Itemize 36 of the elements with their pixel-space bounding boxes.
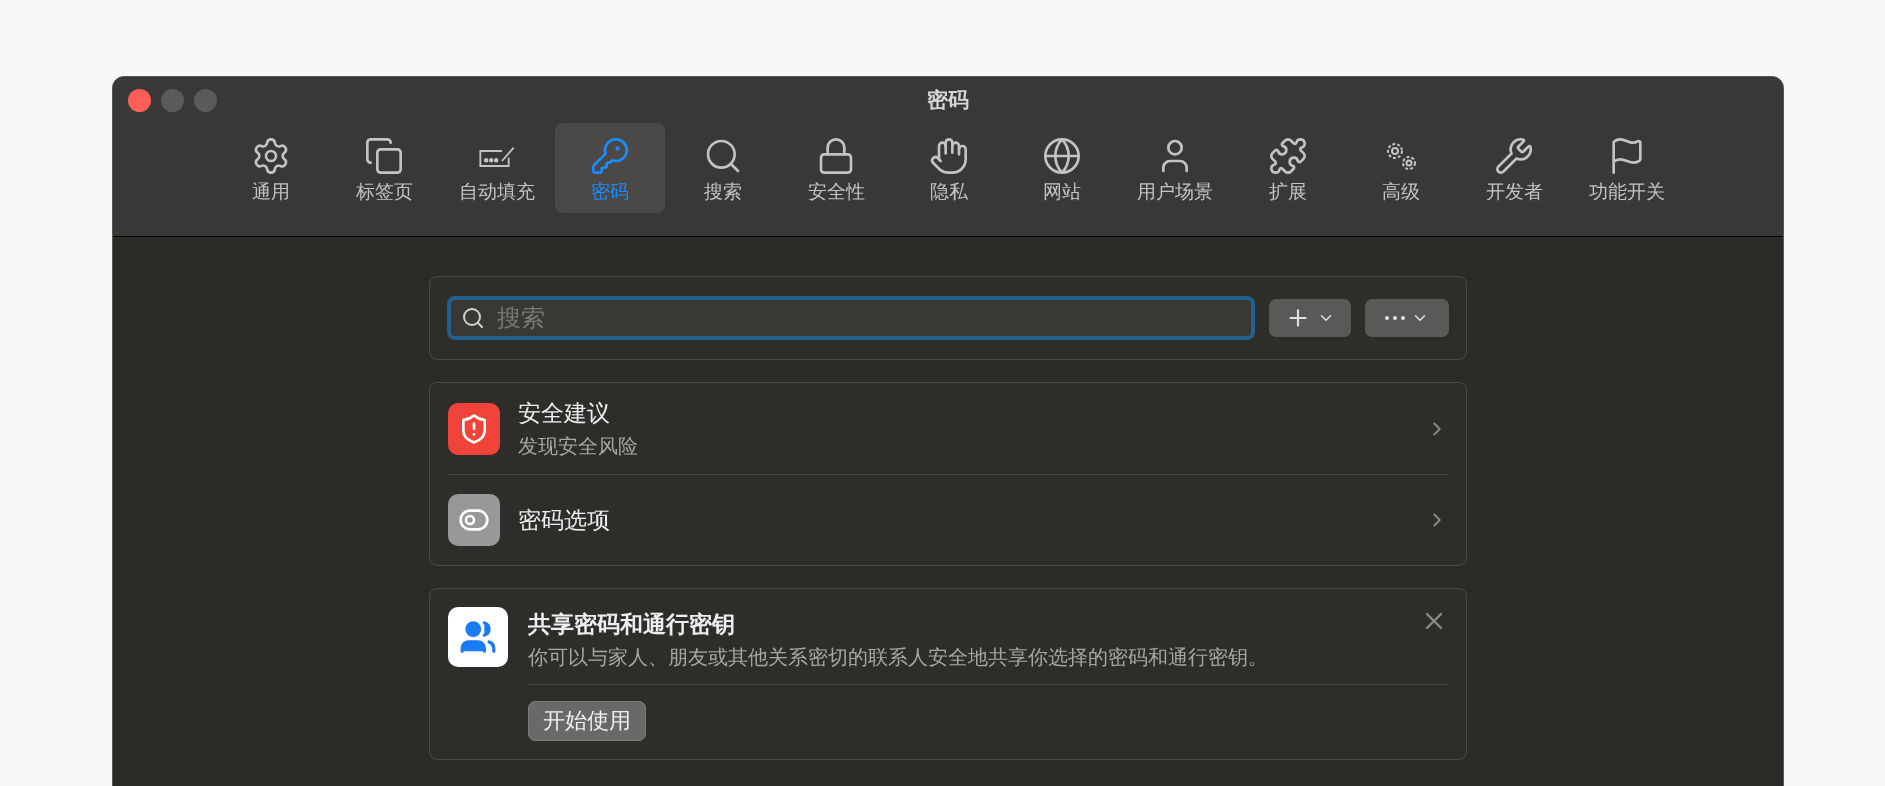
toolbar-tab[interactable]: 高级 — [1346, 123, 1456, 213]
people-icon — [448, 607, 508, 667]
row-title: 安全建议 — [518, 399, 611, 429]
toolbar-tab[interactable]: 搜索 — [668, 123, 778, 213]
toolbar-tab[interactable]: 自动填充 — [442, 123, 552, 213]
get-started-button[interactable]: 开始使用 — [528, 700, 646, 741]
wrench-icon — [1494, 135, 1534, 176]
toolbar-tab[interactable]: 网站 — [1007, 123, 1117, 213]
globe-icon — [1042, 135, 1082, 176]
key-icon — [590, 135, 630, 176]
row-title: 密码选项 — [518, 505, 611, 535]
window-title: 密码 — [927, 87, 969, 114]
search-field[interactable]: 搜索 — [447, 296, 1255, 340]
puzzle-icon — [1268, 135, 1308, 176]
hand-icon — [929, 135, 969, 176]
shield-warning-icon — [448, 402, 500, 455]
toolbar-tab[interactable]: 用户场景 — [1120, 123, 1230, 213]
close-button[interactable] — [128, 88, 151, 112]
toggles-icon — [448, 494, 500, 546]
more-menu-button[interactable] — [1365, 299, 1449, 337]
add-menu-button[interactable] — [1269, 299, 1351, 337]
settings-row[interactable]: 安全建议 发现安全风险 — [448, 383, 1448, 474]
card-description: 你可以与家人、朋友或其他关系密切的联系人安全地共享你选择的密码和通行密钥。 — [528, 641, 1448, 685]
toolbar-tab[interactable]: 功能开关 — [1572, 123, 1682, 213]
toolbar-tab[interactable]: 隐私 — [894, 123, 1004, 213]
toolbar-tab[interactable]: 扩展 — [1233, 123, 1343, 213]
settings-row[interactable]: 密码选项 — [448, 474, 1448, 565]
row-subtitle: 发现安全风险 — [518, 433, 639, 459]
toolbar-tab[interactable]: 开发者 — [1459, 123, 1569, 213]
squares-icon — [364, 135, 404, 176]
toolbar-tab[interactable]: 标签页 — [329, 123, 439, 213]
search-icon — [461, 306, 485, 330]
toolbar-tab[interactable]: 通用 — [216, 123, 326, 213]
toolbar-tab[interactable]: 安全性 — [781, 123, 891, 213]
card-title: 共享密码和通行密钥 — [528, 610, 736, 639]
ellipsis-icon — [1385, 316, 1405, 320]
